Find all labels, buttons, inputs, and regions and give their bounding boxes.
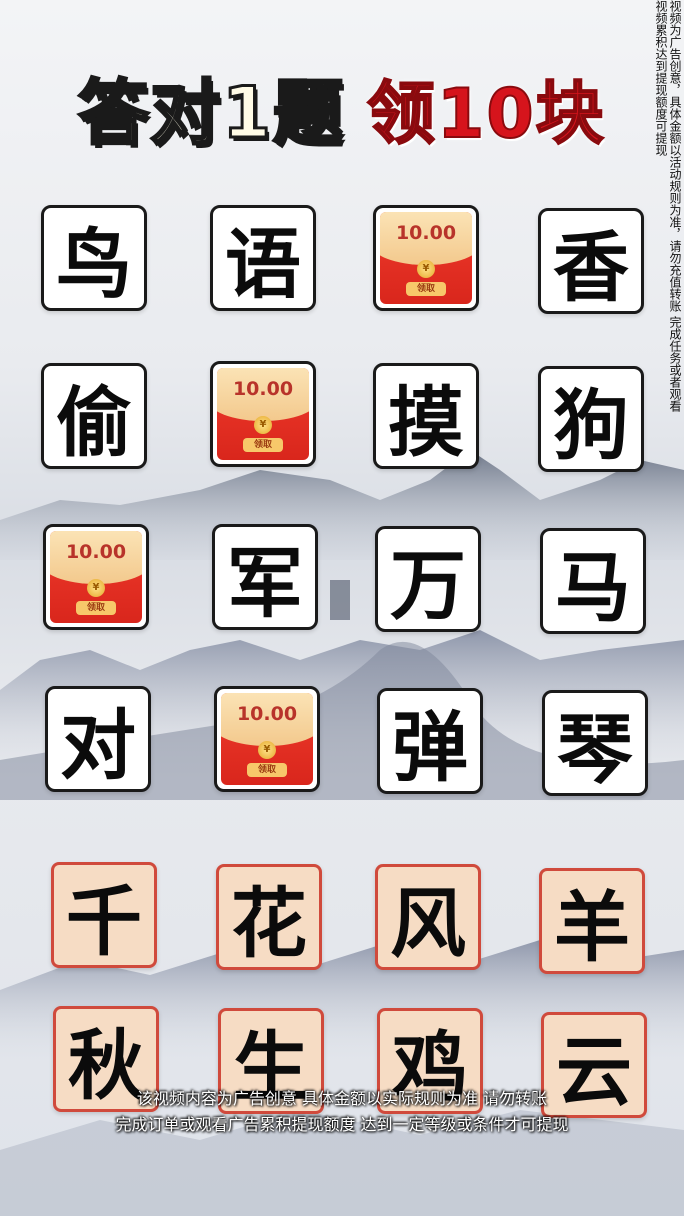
char-tile[interactable]: 琴 <box>542 690 648 796</box>
claim-label: 领取 <box>76 601 116 615</box>
answer-tile[interactable]: 花 <box>216 864 322 970</box>
red-packet-tile[interactable]: 10.00 ¥ 领取 <box>373 205 479 311</box>
char-tile[interactable]: 语 <box>210 205 316 311</box>
answer-tile[interactable]: 羊 <box>539 868 645 974</box>
coin-icon: ¥ <box>258 741 276 759</box>
title-reward: 领10块 <box>366 74 606 155</box>
caption-line-1: 该视频内容为广告创意 具体金额以实际规则为准 请勿转账 <box>136 1089 548 1108</box>
red-packet-tile[interactable]: 10.00 ¥ 领取 <box>210 361 316 467</box>
red-packet-amount: 10.00 <box>232 378 294 400</box>
char-tile[interactable]: 鸟 <box>41 205 147 311</box>
coin-icon: ¥ <box>254 416 272 434</box>
char-tile[interactable]: 摸 <box>373 363 479 469</box>
game-title: 答对1题 领10块 <box>0 62 684 155</box>
answer-tile[interactable]: 风 <box>375 864 481 970</box>
char-tile[interactable]: 弹 <box>377 688 483 794</box>
side-disclaimer: 视频为广告创意，具体金额以活动规则为准，请勿充值转账 完成任务或者观看视频累积达… <box>654 0 682 412</box>
char-tile[interactable]: 偷 <box>41 363 147 469</box>
coin-icon: ¥ <box>87 579 105 597</box>
claim-label: 领取 <box>247 763 287 777</box>
answer-tile[interactable]: 千 <box>51 862 157 968</box>
video-captions: 该视频内容为广告创意 具体金额以实际规则为准 请勿转账 完成订单或观看广告累积提… <box>0 1086 684 1138</box>
char-tile[interactable]: 万 <box>375 526 481 632</box>
red-packet-tile[interactable]: 10.00 ¥ 领取 <box>43 524 149 630</box>
red-packet-tile[interactable]: 10.00 ¥ 领取 <box>214 686 320 792</box>
claim-label: 领取 <box>243 438 283 452</box>
coin-icon: ¥ <box>417 260 435 278</box>
red-packet-icon: 10.00 ¥ 领取 <box>221 693 313 785</box>
char-tile[interactable]: 狗 <box>538 366 644 472</box>
red-packet-amount: 10.00 <box>236 703 298 725</box>
char-tile[interactable]: 马 <box>540 528 646 634</box>
char-tile[interactable]: 香 <box>538 208 644 314</box>
char-tile[interactable]: 对 <box>45 686 151 792</box>
red-packet-amount: 10.00 <box>395 222 457 244</box>
red-packet-icon: 10.00 ¥ 领取 <box>380 212 472 304</box>
title-answer-one: 答对1题 <box>77 70 346 155</box>
red-packet-icon: 10.00 ¥ 领取 <box>217 368 309 460</box>
caption-line-2: 完成订单或观看广告累积提现额度 达到一定等级或条件才可提现 <box>115 1115 569 1134</box>
char-tile[interactable]: 军 <box>212 524 318 630</box>
claim-label: 领取 <box>406 282 446 296</box>
red-packet-icon: 10.00 ¥ 领取 <box>50 531 142 623</box>
red-packet-amount: 10.00 <box>65 541 127 563</box>
